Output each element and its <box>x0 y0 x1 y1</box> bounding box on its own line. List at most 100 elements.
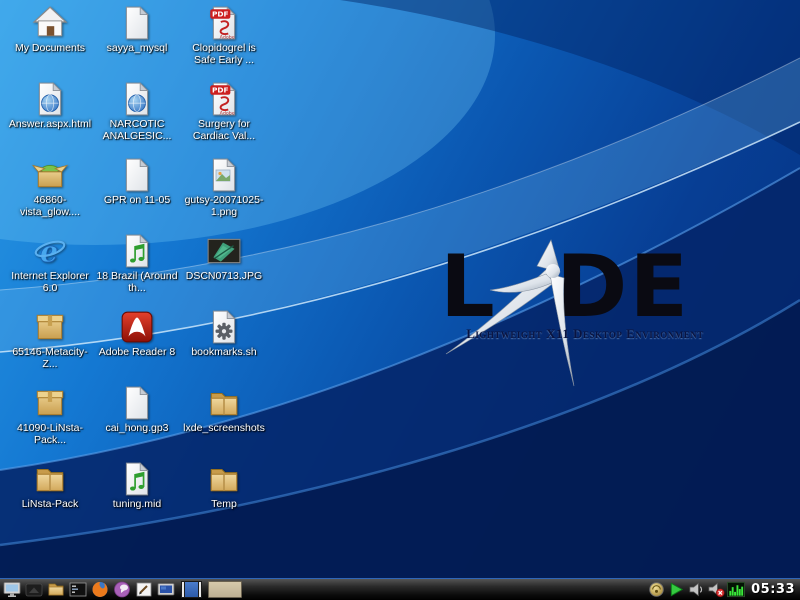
text-editor-launcher[interactable] <box>134 580 154 599</box>
desktop-icon-dscn0713[interactable]: DSCN0713.JPG <box>182 233 266 282</box>
desktop-icon-temp[interactable]: Temp <box>182 461 266 510</box>
desktop-icon-18-brazil[interactable]: 18 Brazil (Around th... <box>95 233 179 295</box>
adobe-reader-icon <box>119 309 155 345</box>
folder-icon <box>206 385 242 421</box>
desktop-icon-label: 41090-LiNsta-Pack... <box>8 422 92 447</box>
pdf-icon <box>206 5 242 41</box>
volume-muted-button[interactable] <box>707 581 725 599</box>
desktop-icon-sayya-mysql[interactable]: sayya_mysql <box>95 5 179 54</box>
volume-muted-icon <box>708 581 725 598</box>
folder-icon <box>206 461 242 497</box>
desktop-icon-label: Surgery for Cardiac Val... <box>182 118 266 143</box>
desktop-icon-cai-hong[interactable]: cai_hong.gp3 <box>95 385 179 434</box>
taskbar-clock[interactable]: 05:33 <box>751 582 795 597</box>
volume-mixer-icon <box>688 581 705 598</box>
desktop-icon-gpr[interactable]: GPR on 11-05 <box>95 157 179 206</box>
file-manager-launcher[interactable] <box>46 580 66 599</box>
desktop-icon-vista-glow[interactable]: 46860-vista_glow.... <box>8 157 92 219</box>
desktop-icon-adobe-reader[interactable]: Adobe Reader 8 <box>95 309 179 358</box>
firefox-icon <box>91 581 109 598</box>
display-settings-launcher[interactable] <box>156 580 176 599</box>
desktop-icon-label: Temp <box>211 498 237 510</box>
desktop-icon-my-documents[interactable]: My Documents <box>8 5 92 54</box>
desktop-icon-narcotic-analgesic[interactable]: NARCOTIC ANALGESIC... <box>95 81 179 143</box>
desktop-icon-linsta-pack-archive[interactable]: 41090-LiNsta-Pack... <box>8 385 92 447</box>
workspace-1-active[interactable] <box>185 581 198 598</box>
folder-icon <box>32 461 68 497</box>
desktop-icon-label: My Documents <box>15 42 85 54</box>
text-editor-icon <box>135 581 153 598</box>
image-file-icon <box>206 157 242 193</box>
internet-explorer-icon <box>32 233 68 269</box>
desktop-icon-label: Answer.aspx.html <box>9 118 91 130</box>
display-settings-icon <box>157 581 175 598</box>
desktop-icon-label: LiNsta-Pack <box>22 498 79 510</box>
desktop-icon-tuning-mid[interactable]: tuning.mid <box>95 461 179 510</box>
chat-app-launcher[interactable] <box>112 580 132 599</box>
desktop-icon-label: 65146-Metacity-Z... <box>8 346 92 371</box>
desktop-icon-label: tuning.mid <box>113 498 161 510</box>
start-play-icon <box>668 581 685 598</box>
desktop-icon-label: bookmarks.sh <box>191 346 256 358</box>
desktop-icon-clopidogrel-pdf[interactable]: Clopidogrel is Safe Early ... <box>182 5 266 67</box>
services-icon <box>648 581 665 598</box>
home-icon <box>32 5 68 41</box>
desktop-icon-label: gutsy-20071025-1.png <box>182 194 266 219</box>
file-manager-folder-icon <box>47 581 65 598</box>
firefox-launcher[interactable] <box>90 580 110 599</box>
music-file-icon <box>119 461 155 497</box>
show-desktop-button[interactable] <box>24 580 44 599</box>
task-window-button[interactable] <box>208 581 242 598</box>
script-file-icon <box>206 309 242 345</box>
volume-mixer-button[interactable] <box>687 581 705 599</box>
pdf-icon <box>206 81 242 117</box>
menu-monitor-icon <box>3 581 21 598</box>
terminal-launcher[interactable] <box>68 580 88 599</box>
desktop-icon-label: Internet Explorer 6.0 <box>8 270 92 295</box>
lxde-logo-art: L DE <box>438 238 714 398</box>
music-file-icon <box>119 233 155 269</box>
taskbar: 05:33 <box>0 578 800 600</box>
desktop-icon-label: cai_hong.gp3 <box>105 422 168 434</box>
logo-letter-l: L <box>440 238 495 337</box>
document-icon <box>119 5 155 41</box>
desktop-icon-internet-explorer[interactable]: Internet Explorer 6.0 <box>8 233 92 295</box>
html-document-icon <box>32 81 68 117</box>
workspace-pager[interactable] <box>181 581 202 598</box>
show-desktop-icon <box>25 581 43 598</box>
desktop-icon-label: Adobe Reader 8 <box>99 346 175 358</box>
desktop-icon-label: DSCN0713.JPG <box>186 270 262 282</box>
desktop-wallpaper[interactable]: L DE Lightweight X11 Desktop Environment… <box>0 0 800 578</box>
start-tray-button[interactable] <box>667 581 685 599</box>
logo-letters-de: DE <box>556 238 690 337</box>
desktop-icon-label: GPR on 11-05 <box>104 194 170 206</box>
desktop-icon-label: NARCOTIC ANALGESIC... <box>95 118 179 143</box>
package-icon <box>32 309 68 345</box>
desktop-icon-gutsy-png[interactable]: gutsy-20071025-1.png <box>182 157 266 219</box>
lxde-desktop-screen: L DE Lightweight X11 Desktop Environment… <box>0 0 800 600</box>
desktop-icon-label: 46860-vista_glow.... <box>8 194 92 219</box>
cpu-monitor-widget[interactable] <box>727 581 745 599</box>
desktop-icon-surgery-pdf[interactable]: Surgery for Cardiac Val... <box>182 81 266 143</box>
document-icon <box>119 385 155 421</box>
menu-button[interactable] <box>2 580 22 599</box>
desktop-icon-linsta-pack-folder[interactable]: LiNsta-Pack <box>8 461 92 510</box>
html-document-icon <box>119 81 155 117</box>
lxde-tagline: Lightweight X11 Desktop Environment <box>456 326 714 342</box>
open-package-icon <box>32 157 68 193</box>
desktop-icon-label: Clopidogrel is Safe Early ... <box>182 42 266 67</box>
desktop-icon-bookmarks-sh[interactable]: bookmarks.sh <box>182 309 266 358</box>
package-icon <box>32 385 68 421</box>
desktop-icon-label: sayya_mysql <box>107 42 168 54</box>
services-tray-button[interactable] <box>647 581 665 599</box>
desktop-icon-answer-html[interactable]: Answer.aspx.html <box>8 81 92 130</box>
lxde-logo: L DE Lightweight X11 Desktop Environment <box>438 238 714 398</box>
desktop-icon-metacity[interactable]: 65146-Metacity-Z... <box>8 309 92 371</box>
desktop-icon-lxde-screenshots[interactable]: lxde_screenshots <box>182 385 266 434</box>
system-tray <box>647 581 745 599</box>
chat-app-icon <box>113 581 131 598</box>
cpu-monitor-icon <box>727 581 745 598</box>
document-icon <box>119 157 155 193</box>
terminal-icon <box>69 581 87 598</box>
pager-border <box>198 581 202 598</box>
